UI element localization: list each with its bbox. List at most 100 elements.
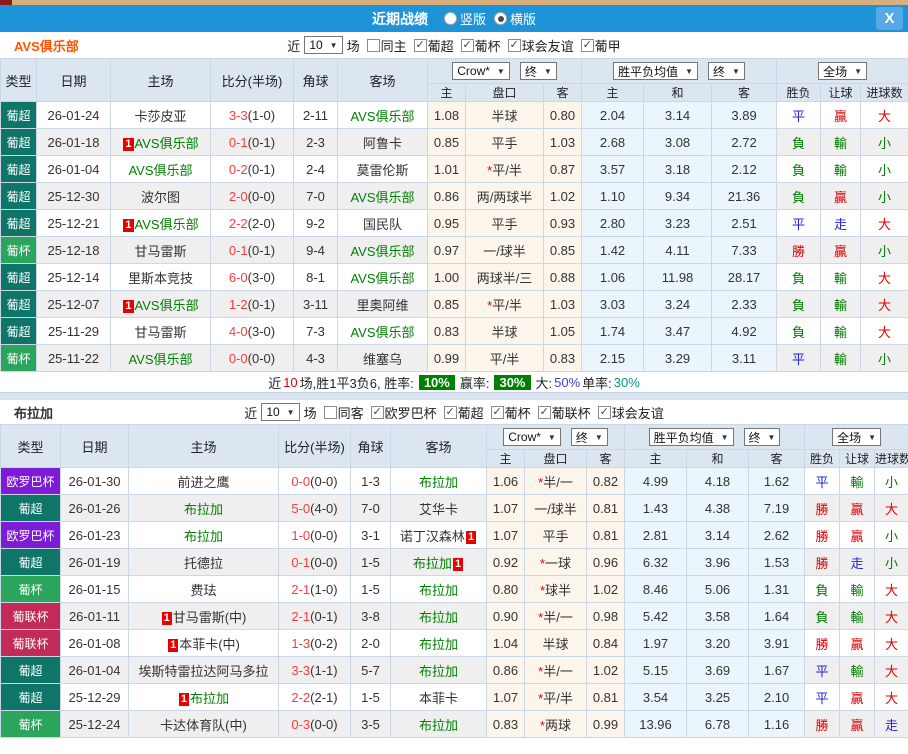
- corners-cell: 3-1: [350, 521, 391, 549]
- column-header-5: 客场: [390, 424, 487, 468]
- handicap-cell: 半球: [465, 101, 544, 129]
- unchecked-checkbox-icon[interactable]: [366, 38, 380, 52]
- chevron-down-icon: ▼: [854, 66, 863, 76]
- checked-checkbox-icon[interactable]: ✓: [597, 405, 611, 419]
- home-team-name: 费珐: [190, 582, 217, 598]
- odds-company-select[interactable]: Crow* ▼: [452, 62, 510, 80]
- corners-cell: 3-11: [293, 290, 338, 318]
- rounds-select[interactable]: 10 ▼: [261, 403, 300, 421]
- final-odds-select[interactable]: 终 ▼: [519, 62, 557, 80]
- result-handicap: 輸: [820, 344, 862, 372]
- odds-company-select-value: Crow*: [508, 430, 541, 444]
- handicap-cell: *平/半: [465, 155, 544, 183]
- match-row: 葡超 25-12-14 里斯本竞技 6-0(3-0) 8-1 AVS俱乐部 1.00 两球半/…: [0, 263, 908, 291]
- filter-checkbox-label: 葡超: [457, 405, 484, 421]
- checked-checkbox-icon[interactable]: ✓: [443, 405, 457, 419]
- filter-checkbox-0[interactable]: 同主: [366, 36, 407, 55]
- eu-draw-odds: 4.38: [686, 494, 750, 522]
- home-team-cell: 埃斯特雷拉达阿马多拉: [128, 656, 279, 684]
- layout-radio-vertical[interactable]: [443, 12, 457, 25]
- eu-away-odds: 21.36: [711, 182, 778, 210]
- filter-checkbox-4[interactable]: ✓ 葡联杯: [537, 403, 591, 422]
- handicap-cell: 平手: [524, 521, 587, 549]
- eu-away-odds: 1.62: [748, 467, 806, 495]
- date-cell: 26-01-08: [60, 629, 129, 657]
- score-cell: 0-1(0-1): [210, 236, 294, 264]
- fulltime-select[interactable]: 全场 ▼: [818, 62, 868, 80]
- column-header-0: 类型: [0, 424, 61, 468]
- filter-checkbox-2[interactable]: ✓ 葡超: [443, 403, 484, 422]
- checked-checkbox-icon[interactable]: ✓: [580, 38, 594, 52]
- home-team-cell: 1 AVS俱乐部: [110, 209, 211, 237]
- unchecked-checkbox-icon[interactable]: [323, 405, 337, 419]
- league-type-cell: 欧罗巴杯: [0, 521, 61, 549]
- home-team-cell: 里斯本竞技: [110, 263, 211, 291]
- final-wdl-select[interactable]: 终 ▼: [708, 62, 745, 80]
- rank-badge: 1: [452, 557, 464, 571]
- eu-draw-odds: 6.78: [686, 710, 750, 738]
- chevron-down-icon: ▼: [767, 432, 776, 442]
- checked-checkbox-icon[interactable]: ✓: [460, 38, 474, 52]
- sub-header-3: 主: [581, 83, 645, 102]
- summary-text: 50%: [554, 374, 581, 390]
- summary-text: 大:: [535, 375, 553, 391]
- corners-cell: 4-3: [293, 344, 338, 372]
- date-cell: 26-01-15: [60, 575, 129, 603]
- home-team-name: 布拉加: [183, 501, 223, 517]
- checked-checkbox-icon[interactable]: ✓: [507, 38, 521, 52]
- rounds-select[interactable]: 10 ▼: [304, 36, 343, 54]
- final-wdl-select[interactable]: 终 ▼: [743, 428, 781, 446]
- filter-checkbox-3[interactable]: ✓ 葡杯: [490, 403, 531, 422]
- layout-radio-horizontal[interactable]: [494, 12, 507, 25]
- ah-away-odds: 1.03: [542, 290, 583, 318]
- halftime-score: (0-0): [310, 554, 338, 570]
- eu-away-odds: 7.19: [748, 494, 806, 522]
- filter-checkbox-4[interactable]: ✓ 葡甲: [580, 36, 621, 55]
- home-team-cell: 1 AVS俱乐部: [110, 290, 211, 318]
- ah-away-odds: 0.87: [542, 155, 583, 183]
- fulltime-select[interactable]: 全场 ▼: [832, 428, 882, 446]
- filter-controls: 近 10 ▼ 场同主 ✓ 葡超 ✓ 葡杯 ✓ 球会友谊 ✓ 葡甲: [285, 36, 622, 55]
- close-icon[interactable]: X: [876, 7, 903, 30]
- checked-checkbox-icon[interactable]: ✓: [537, 405, 551, 419]
- away-team-cell: 里奥阿维: [337, 290, 428, 318]
- eu-away-odds: 3.91: [748, 629, 806, 657]
- result-goals: 大: [860, 290, 908, 318]
- eu-away-odds: 3.89: [711, 101, 778, 129]
- away-team-cell: 诺丁汉森林 1: [390, 521, 487, 549]
- fulltime-score: 4-0: [228, 323, 248, 339]
- ah-home-odds: 1.04: [486, 629, 525, 657]
- rank-badge: 1: [161, 611, 172, 625]
- filter-checkbox-2[interactable]: ✓ 葡杯: [460, 36, 501, 55]
- date-cell: 26-01-26: [60, 494, 129, 522]
- checked-checkbox-icon[interactable]: ✓: [413, 38, 427, 52]
- home-team-cell: 甘马雷斯: [110, 317, 211, 345]
- filter-checkbox-label: 葡杯: [474, 38, 501, 54]
- away-team-cell: 本菲卡: [390, 683, 487, 711]
- checked-checkbox-icon[interactable]: ✓: [490, 405, 504, 419]
- odds-company-select[interactable]: Crow* ▼: [503, 428, 561, 446]
- away-team-cell: 布拉加: [390, 656, 487, 684]
- final-odds-select[interactable]: 终 ▼: [570, 428, 608, 446]
- wdl-average-select[interactable]: 胜平负均值 ▼: [613, 62, 699, 80]
- league-type-cell: 葡超: [0, 656, 61, 684]
- filter-checkbox-5[interactable]: ✓ 球会友谊: [597, 403, 664, 422]
- wdl-average-select[interactable]: 胜平负均值 ▼: [648, 428, 734, 446]
- date-cell: 25-11-29: [36, 317, 111, 345]
- filter-checkbox-1[interactable]: ✓ 欧罗巴杯: [370, 403, 437, 422]
- handicap-cell: *平/半: [465, 290, 544, 318]
- ah-away-odds: 1.02: [585, 656, 626, 684]
- result-wdl: 平: [804, 467, 841, 495]
- league-type-cell: 葡超: [0, 128, 37, 156]
- corners-cell: 3-5: [350, 710, 391, 738]
- fulltime-score: 0-3: [291, 716, 311, 732]
- fulltime-score: 2-1: [291, 581, 311, 597]
- filter-checkbox-3[interactable]: ✓ 球会友谊: [507, 36, 574, 55]
- filter-checkbox-0[interactable]: 同客: [323, 403, 364, 422]
- halftime-score: (3-0): [247, 269, 276, 285]
- filter-checkbox-1[interactable]: ✓ 葡超: [413, 36, 454, 55]
- sub-header-4: 和: [643, 83, 713, 102]
- ah-away-odds: 0.83: [542, 344, 583, 372]
- eu-away-odds: 28.17: [711, 263, 778, 291]
- checked-checkbox-icon[interactable]: ✓: [370, 405, 384, 419]
